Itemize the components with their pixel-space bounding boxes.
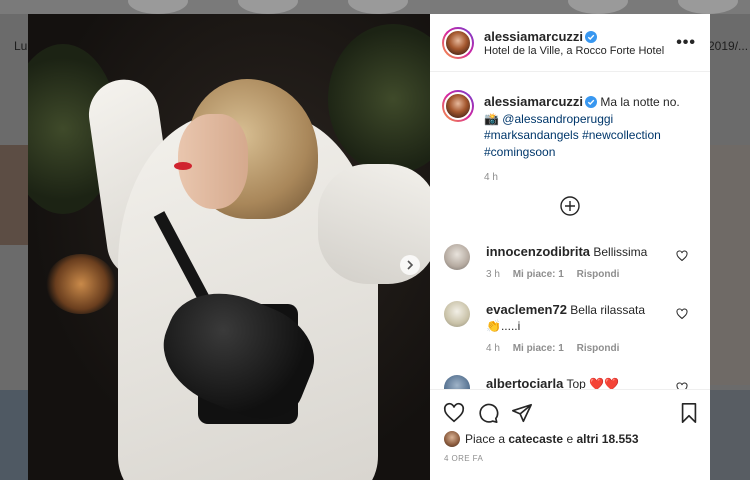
- comment-heart-icon[interactable]: [676, 308, 688, 320]
- comment-text: evaclemen72 Bella rilassata 👏.....i: [486, 302, 666, 334]
- camera-emoji: 📸: [484, 111, 499, 126]
- verified-badge-icon: [585, 31, 598, 43]
- post-side-panel: alessiamarcuzzi Hotel de la Ville, a Roc…: [430, 14, 710, 480]
- comment-heart-icon[interactable]: [676, 382, 688, 389]
- save-bookmark-icon[interactable]: [678, 402, 700, 424]
- caption-username[interactable]: alessiamarcuzzi: [484, 94, 583, 109]
- background-post-tile[interactable]: [710, 145, 750, 385]
- lamp-light: [46, 254, 116, 314]
- caption-hashtag[interactable]: #marksandangels: [484, 128, 579, 142]
- comment-avatar[interactable]: [444, 375, 470, 389]
- comment-time[interactable]: 4 h: [486, 343, 500, 354]
- load-more-comments-icon[interactable]: [560, 196, 580, 216]
- comment-text: innocenzodibrita Bellissima: [486, 244, 666, 260]
- comment-username[interactable]: innocenzodibrita: [486, 244, 590, 259]
- comment-avatar[interactable]: [444, 301, 470, 327]
- liker-username[interactable]: catecaste: [508, 432, 563, 446]
- caption-text: Ma la notte no.: [600, 95, 680, 109]
- author-avatar[interactable]: [442, 27, 474, 59]
- photo-subject-face: [178, 114, 248, 209]
- author-username[interactable]: alessiamarcuzzi: [484, 29, 583, 44]
- verified-badge-icon: [585, 96, 598, 108]
- comment-time[interactable]: 3 h: [486, 269, 500, 280]
- background-highlight-label: 2019/...: [708, 39, 749, 53]
- comment-heart-icon[interactable]: [676, 250, 688, 262]
- comment-username[interactable]: albertociarla: [486, 376, 563, 389]
- likes-prefix: Piace a: [465, 432, 506, 446]
- share-paper-plane-icon[interactable]: [511, 402, 533, 424]
- likes-mid: e: [566, 432, 574, 446]
- post-caption: alessiamarcuzzi Ma la notte no. 📸 @aless…: [484, 94, 696, 187]
- comment-likes[interactable]: Mi piace: 1: [513, 269, 564, 280]
- background-post-tile[interactable]: [0, 390, 28, 480]
- comment-text: albertociarla Top ❤️❤️: [486, 376, 666, 389]
- next-image-button[interactable]: [400, 255, 420, 275]
- reply-button[interactable]: Rispondi: [577, 343, 620, 354]
- comment-body: Bellissima: [593, 245, 648, 259]
- post-header: alessiamarcuzzi Hotel de la Ville, a Roc…: [430, 14, 710, 72]
- background-highlight-label: Lu: [14, 39, 28, 53]
- background-post-tile[interactable]: [710, 390, 750, 480]
- background-post-tile[interactable]: [0, 145, 28, 245]
- more-options-icon[interactable]: •••: [676, 34, 696, 52]
- comment-username[interactable]: evaclemen72: [486, 302, 567, 317]
- author-line: alessiamarcuzzi: [484, 28, 598, 46]
- comment-avatar[interactable]: [444, 244, 470, 270]
- caption-mention[interactable]: @alessandroperuggi: [502, 112, 613, 126]
- comment-likes[interactable]: Mi piace: 1: [513, 343, 564, 354]
- comment-body: Top ❤️❤️: [566, 377, 620, 389]
- post-actions: Piace a catecaste e altri 18.553 4 ORE F…: [430, 389, 710, 480]
- location-link[interactable]: Hotel de la Ville, a Rocco Forte Hotel: [484, 45, 664, 57]
- caption-hashtag[interactable]: #comingsoon: [484, 145, 555, 159]
- caption-time[interactable]: 4 h: [484, 170, 696, 187]
- likes-summary[interactable]: Piace a catecaste e altri 18.553: [444, 431, 639, 447]
- likes-others[interactable]: altri 18.553: [576, 432, 638, 446]
- caption-hashtag[interactable]: #newcollection: [582, 128, 661, 142]
- liker-avatar[interactable]: [444, 431, 460, 447]
- plant-decoration: [328, 24, 430, 174]
- caption-author-avatar[interactable]: [442, 90, 474, 122]
- like-heart-icon[interactable]: [443, 402, 465, 424]
- photo-subject-lips: [174, 162, 192, 170]
- reply-button[interactable]: Rispondi: [577, 269, 620, 280]
- post-timestamp[interactable]: 4 ORE FA: [444, 454, 483, 463]
- post-photo[interactable]: [28, 14, 430, 480]
- comments-list[interactable]: alessiamarcuzzi Ma la notte no. 📸 @aless…: [430, 72, 710, 389]
- chevron-right-icon: [407, 260, 414, 270]
- comment-bubble-icon[interactable]: [477, 402, 499, 424]
- comment-meta: 3 h Mi piace: 1 Rispondi: [486, 269, 629, 280]
- comment-meta: 4 h Mi piace: 1 Rispondi: [486, 343, 629, 354]
